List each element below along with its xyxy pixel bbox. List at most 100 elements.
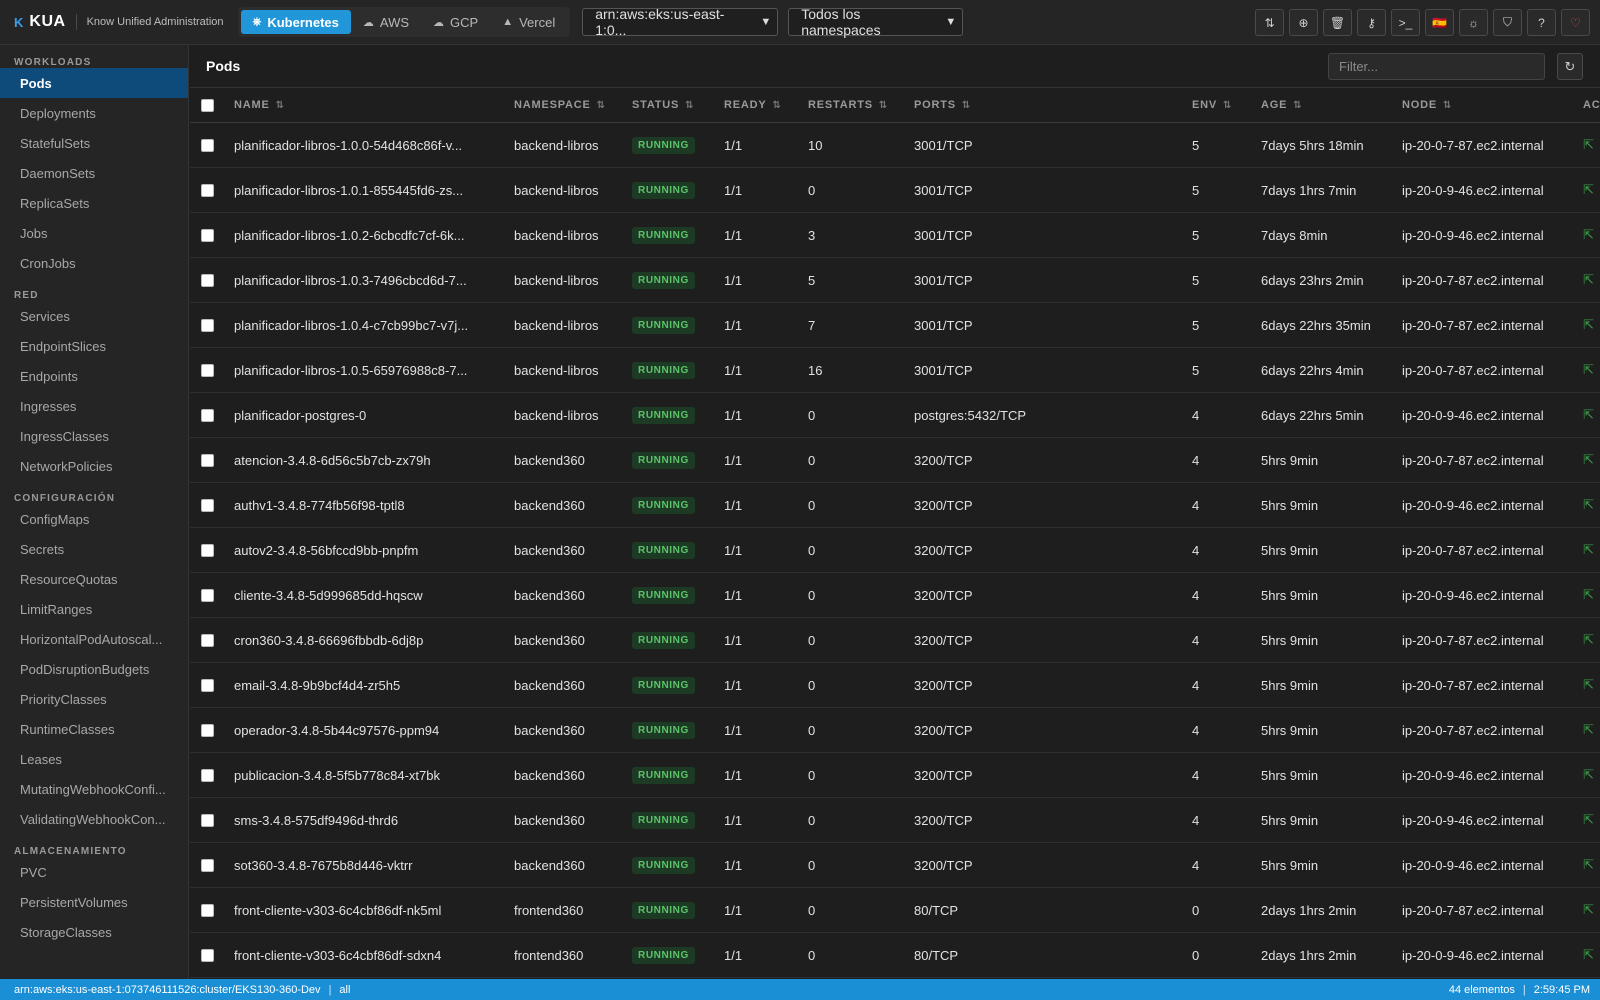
table-row[interactable]: cron360-3.4.8-66696fbbdb-6dj8p backend360… [190,618,1600,663]
sidebar-item-runtimeclasses[interactable]: RuntimeClasses [0,714,188,744]
table-row[interactable]: autov2-3.4.8-56bfccd9bb-pnpfm backend360 R… [190,528,1600,573]
filter-input[interactable] [1328,53,1545,80]
sidebar-item-daemonsets[interactable]: DaemonSets [0,158,188,188]
logs-icon[interactable]: ⇱ [1583,857,1594,873]
select-all-checkbox[interactable] [201,98,214,112]
terminal-button[interactable]: >_ [1391,9,1420,36]
sidebar-item-configmaps[interactable]: ConfigMaps [0,504,188,534]
sidebar-item-priorityclasses[interactable]: PriorityClasses [0,684,188,714]
logs-icon[interactable]: ⇱ [1583,767,1594,783]
flag-es-button[interactable]: 🇪🇸 [1425,9,1454,36]
row-checkbox[interactable] [201,138,214,152]
sidebar-item-pods[interactable]: Pods [0,68,188,98]
sidebar-item-replicasets[interactable]: ReplicaSets [0,188,188,218]
row-checkbox[interactable] [201,633,214,647]
row-checkbox[interactable] [201,498,214,512]
brand[interactable]: K KUA Know Unified Administration [14,13,224,31]
column-header-ready[interactable]: READY ⇅ [724,88,782,122]
table-row[interactable]: sot360-3.4.8-7675b8d446-vktrr backend360 R… [190,843,1600,888]
row-checkbox[interactable] [201,948,214,962]
logs-icon[interactable]: ⇱ [1583,947,1594,963]
table-row[interactable]: planificador-libros-1.0.4-c7cb99bc7-v7j.… [190,303,1600,348]
add-circle-button[interactable]: ⊕ [1289,9,1318,36]
table-row[interactable]: planificador-libros-1.0.1-855445fd6-zs..… [190,168,1600,213]
table-row[interactable]: publicacion-3.4.8-5f5b778c84-xt7bk backen… [190,753,1600,798]
sidebar-item-persistentvolumes[interactable]: PersistentVolumes [0,887,188,917]
column-header-namespace[interactable]: NAMESPACE ⇅ [514,88,619,122]
table-row[interactable]: planificador-libros-1.0.5-65976988c8-7..… [190,348,1600,393]
row-checkbox[interactable] [201,318,214,332]
sun-button[interactable]: ☼ [1459,9,1488,36]
provider-tab-kubernetes[interactable]: ⎈ Kubernetes [240,10,351,34]
trash-button[interactable]: 🗑 [1323,9,1352,36]
row-checkbox[interactable] [201,228,214,242]
sidebar-item-mutatingwebhookconfi[interactable]: MutatingWebhookConfi... [0,774,188,804]
column-header-ports[interactable]: PORTS ⇅ [914,88,971,122]
sidebar-item-cronjobs[interactable]: CronJobs [0,248,188,278]
sidebar-item-endpointslices[interactable]: EndpointSlices [0,331,188,361]
row-checkbox[interactable] [201,768,214,782]
cluster-select[interactable]: arn:aws:eks:us-east-1:0... ▼ [582,6,779,38]
sidebar-item-endpoints[interactable]: Endpoints [0,361,188,391]
sidebar-item-storageclasses[interactable]: StorageClasses [0,917,188,947]
table-row[interactable]: front-cliente-v303-6c4cbf86df-nk5ml front… [190,888,1600,933]
row-checkbox[interactable] [201,453,214,467]
sidebar-item-jobs[interactable]: Jobs [0,218,188,248]
refresh-button[interactable]: ↻ [1557,53,1583,80]
table-row[interactable]: authv1-3.4.8-774fb56f98-tptl8 backend360 R… [190,483,1600,528]
row-checkbox[interactable] [201,813,214,827]
row-checkbox[interactable] [201,183,214,197]
logs-icon[interactable]: ⇱ [1583,497,1594,513]
column-header-name[interactable]: NAME ⇅ [234,88,484,122]
logs-icon[interactable]: ⇱ [1583,272,1594,288]
sidebar-item-ingresses[interactable]: Ingresses [0,391,188,421]
sidebar-item-services[interactable]: Services [0,301,188,331]
logs-icon[interactable]: ⇱ [1583,452,1594,468]
sidebar-item-secrets[interactable]: Secrets [0,534,188,564]
row-checkbox[interactable] [201,588,214,602]
provider-tab-vercel[interactable]: ▲ Vercel [490,10,567,34]
sidebar-item-resourcequotas[interactable]: ResourceQuotas [0,564,188,594]
column-header-node[interactable]: NODE ⇅ [1402,88,1452,122]
sidebar-item-poddisruptionbudgets[interactable]: PodDisruptionBudgets [0,654,188,684]
sidebar-item-deployments[interactable]: Deployments [0,98,188,128]
logs-icon[interactable]: ⇱ [1583,227,1594,243]
column-header-env[interactable]: ENV ⇅ [1192,88,1232,122]
heart-button[interactable]: ♡ [1561,9,1590,36]
shield-button[interactable]: ⛉ [1493,9,1522,36]
table-row[interactable]: front-cliente-v303-6c4cbf86df-sdxn4 front… [190,933,1600,978]
row-checkbox[interactable] [201,678,214,692]
logs-icon[interactable]: ⇱ [1583,407,1594,423]
namespace-select[interactable]: Todos los namespaces ▼ [788,6,964,38]
logs-icon[interactable]: ⇱ [1583,317,1594,333]
sidebar-item-statefulsets[interactable]: StatefulSets [0,128,188,158]
logs-icon[interactable]: ⇱ [1583,137,1594,153]
key-button[interactable]: ⚷ [1357,9,1386,36]
logs-icon[interactable]: ⇱ [1583,542,1594,558]
provider-tab-aws[interactable]: ☁ AWS [351,10,421,34]
help-button[interactable]: ? [1527,9,1556,36]
sidebar-item-networkpolicies[interactable]: NetworkPolicies [0,451,188,481]
sidebar-item-ingressclasses[interactable]: IngressClasses [0,421,188,451]
table-row[interactable]: email-3.4.8-9b9bcf4d4-zr5h5 backend360 RUN… [190,663,1600,708]
table-row[interactable]: sms-3.4.8-575df9496d-thrd6 backend360 RUNN… [190,798,1600,843]
row-checkbox[interactable] [201,363,214,377]
logs-icon[interactable]: ⇱ [1583,632,1594,648]
row-checkbox[interactable] [201,858,214,872]
row-checkbox[interactable] [201,903,214,917]
swap-button[interactable]: ⇅ [1255,9,1284,36]
table-row[interactable]: planificador-libros-1.0.3-7496cbcd6d-7..… [190,258,1600,303]
column-header-status[interactable]: STATUS ⇅ [632,88,694,122]
column-header-restarts[interactable]: RESTARTS ⇅ [808,88,888,122]
row-checkbox[interactable] [201,723,214,737]
table-row[interactable]: operador-3.4.8-5b44c97576-ppm94 backend36… [190,708,1600,753]
logs-icon[interactable]: ⇱ [1583,722,1594,738]
sidebar-item-leases[interactable]: Leases [0,744,188,774]
provider-tab-gcp[interactable]: ☁ GCP [421,10,490,34]
table-row[interactable]: cliente-3.4.8-5d999685dd-hqscw backend360… [190,573,1600,618]
sidebar-item-validatingwebhookcon[interactable]: ValidatingWebhookCon... [0,804,188,834]
table-row[interactable]: planificador-libros-1.0.0-54d468c86f-v..… [190,123,1600,168]
logs-icon[interactable]: ⇱ [1583,902,1594,918]
logs-icon[interactable]: ⇱ [1583,677,1594,693]
table-row[interactable]: atencion-3.4.8-6d56c5b7cb-zx79h backend36… [190,438,1600,483]
